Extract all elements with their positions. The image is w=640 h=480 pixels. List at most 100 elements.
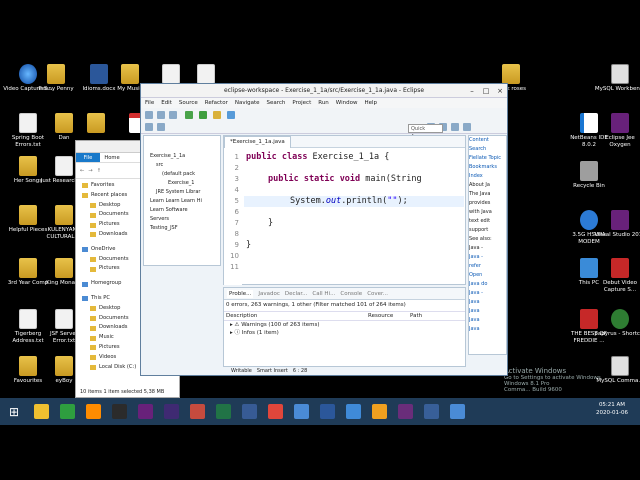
help-panel-item[interactable]: Java do [469,280,506,289]
debug-icon[interactable] [185,111,193,119]
help-panel-item[interactable]: refer [469,262,506,271]
bottom-tab-3[interactable]: Call Hi... [312,291,335,297]
back-icon[interactable] [145,123,153,131]
up-arrow-icon[interactable]: ↑ [97,168,101,174]
help-panel-item[interactable]: Java - [469,289,506,298]
menu-source[interactable]: Source [179,100,198,106]
menu-help[interactable]: Help [364,100,377,106]
excel-taskbar-button[interactable] [210,398,236,425]
desktop.right-icon-1[interactable]: MySQL Workben... [594,64,640,93]
help-panel-item[interactable]: Java - [469,253,506,262]
network-taskbar-button[interactable] [418,398,444,425]
bottom-tab-1[interactable]: Javadoc [258,291,280,297]
package-tree-item[interactable]: Learn Software [144,206,220,215]
help-panel-item[interactable]: Fiellate Topic [469,154,506,163]
package-tree-item[interactable]: Exercise_1 [144,179,220,188]
folder-icon [121,64,139,84]
help-panel-item[interactable]: Search [469,145,506,154]
cube-taskbar-button[interactable] [366,398,392,425]
menu-file[interactable]: File [145,100,154,106]
class-declaration-text: Exercise_1_1a { [307,152,390,162]
desktop.right-icon-8[interactable]: Debut Video Capture S... [594,258,640,293]
path-column[interactable]: Path [408,312,463,320]
paint-taskbar-button[interactable] [288,398,314,425]
close-icon[interactable]: × [493,84,507,98]
menu-navigate[interactable]: Navigate [235,100,260,106]
folder-icon [90,256,96,262]
vlc-taskbar-button[interactable] [80,398,106,425]
new-icon[interactable] [145,111,153,119]
perspective-ee-icon[interactable] [451,123,459,131]
java-editor[interactable]: *Exercise_1_1a.java 1 2 3 4 5 6 7 8 9 10 11 public… [223,135,466,285]
code-area[interactable]: public class Exercise_1_1a { public stat… [244,148,464,285]
package-tree-item[interactable]: (default pack [144,170,220,179]
explorer-home-tab[interactable]: Home [100,153,124,162]
folder-icon [19,258,37,278]
package-tree-item[interactable]: src [144,161,220,170]
package-tree-item[interactable]: Servers [144,215,220,224]
desktop.right-icon-4[interactable]: Recycle Bin [563,161,615,190]
warnings-row[interactable]: ▸ ⚠ Warnings (100 of 263 items) [224,321,465,329]
code-line-3[interactable]: public static void main(String [246,174,422,185]
minimize-icon[interactable]: – [465,84,479,98]
forward-arrow-icon[interactable]: → [88,168,92,174]
code-line-5[interactable]: System.out.println(""); [244,196,464,207]
infos-row[interactable]: ▸ ⓘ Infos (1 item) [224,329,465,337]
word-taskbar-button[interactable] [314,398,340,425]
help-panel-item[interactable]: Java [469,307,506,316]
menu-search[interactable]: Search [267,100,286,106]
resource-column[interactable]: Resource [366,312,408,320]
bottom-tab-5[interactable]: Cover... [367,291,388,297]
menu-run[interactable]: Run [318,100,329,106]
perspective-other-icon[interactable] [463,123,471,131]
help-panel-item[interactable]: Bookmarks [469,163,506,172]
menu-refactor[interactable]: Refactor [205,100,228,106]
menu-window[interactable]: Window [336,100,358,106]
terminal-taskbar-button[interactable] [106,398,132,425]
help-panel-item[interactable]: Open [469,271,506,280]
package-tree-item[interactable]: Learn Learn Learn Hi [144,197,220,206]
editor-tab[interactable]: *Exercise_1_1a.java [224,135,291,148]
package-tree-item[interactable]: Exercise_1_1a [144,152,220,161]
back-arrow-icon[interactable]: ← [80,168,84,174]
help-panel-item[interactable]: Content [469,136,506,145]
eclipse-taskbar-button[interactable] [158,398,184,425]
help-panel-item[interactable]: Java [469,298,506,307]
desktop.right-icon-3[interactable]: Eclipse Jee Oxygen [594,113,640,148]
package-tree-item[interactable]: JRE System Librar [144,188,220,197]
windows-start-icon[interactable]: ⊞ [0,398,28,425]
tools-taskbar-button[interactable] [236,398,262,425]
browser-green-taskbar-button[interactable] [54,398,80,425]
menu-project[interactable]: Project [292,100,311,106]
visual-studio-taskbar-button[interactable] [132,398,158,425]
box-taskbar-button[interactable] [340,398,366,425]
search-icon[interactable] [227,111,235,119]
save-icon[interactable] [157,111,165,119]
help-panel-item[interactable]: Java [469,325,506,334]
clock[interactable]: 05:21 AM 2020-01-06 [591,401,633,417]
quick-access-input[interactable]: Quick Access [408,124,443,140]
help-panel-item[interactable]: Java [469,316,506,325]
menu-edit[interactable]: Edit [161,100,172,106]
forward-icon[interactable] [157,123,165,131]
git-taskbar-button[interactable] [184,398,210,425]
description-column[interactable]: Description [224,312,366,320]
print-icon[interactable] [169,111,177,119]
desktop.right-icon-10[interactable]: papyrus - Shortcut [594,309,640,338]
desktop.right-icon-6[interactable]: Visual Studio 2017 [594,210,640,239]
media-taskbar-button[interactable] [392,398,418,425]
chrome-taskbar-button[interactable] [262,398,288,425]
code-line-1[interactable]: public class Exercise_1_1a { [246,152,389,163]
bottom-tab-0[interactable]: Proble... [227,289,254,298]
help-panel-item[interactable]: Index [469,172,506,181]
package-tree-item[interactable]: Testing_JSF [144,224,220,233]
run-icon[interactable] [199,111,207,119]
bottom-tab-4[interactable]: Console [340,291,362,297]
maximize-icon[interactable]: □ [479,84,493,98]
desktop.right-icon-11[interactable]: MySQL Comma... [594,356,640,385]
explorer-taskbar-button[interactable] [28,398,54,425]
monitor-taskbar-button[interactable] [444,398,470,425]
package-icon[interactable] [213,111,221,119]
explorer-file-tab[interactable]: File [76,153,100,162]
bottom-tab-2[interactable]: Declar... [285,291,308,297]
